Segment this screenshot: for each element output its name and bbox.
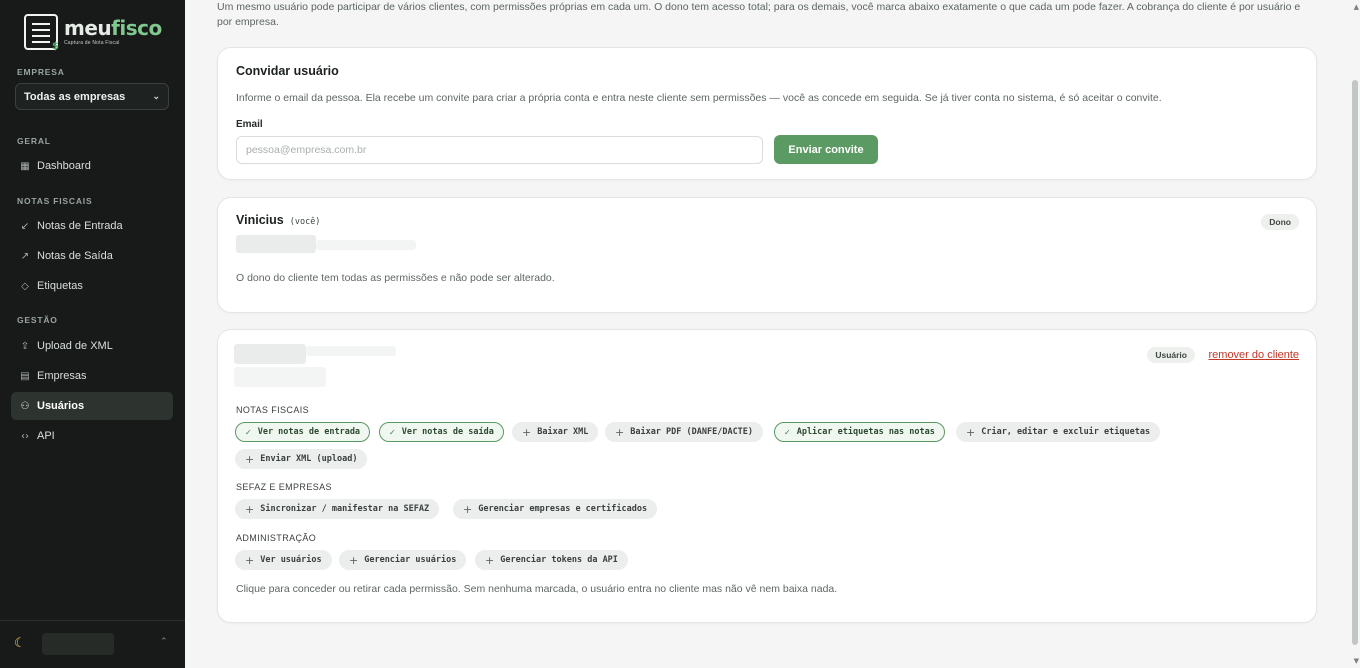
plus-icon: + (349, 553, 359, 567)
user-name-redacted (234, 344, 306, 364)
sidebar-item-etiquetas[interactable]: ◇ Etiquetas (11, 272, 173, 300)
invite-description: Informe o email da pessoa. Ela recebe um… (236, 92, 1162, 104)
owner-card: Vinicius (você) Dono O dono do cliente t… (217, 197, 1317, 313)
company-select[interactable]: Todas as empresas ⌄ (15, 83, 169, 110)
sidebar-item-dashboard[interactable]: ▦ Dashboard (11, 152, 173, 180)
sidebar-item-api[interactable]: ‹› API (11, 422, 173, 450)
upload-icon: ⇪ (20, 340, 30, 352)
arrow-up-right-icon: ↗ (20, 250, 30, 262)
plus-icon: + (463, 502, 473, 516)
sidebar-item-label: Etiquetas (37, 280, 83, 292)
user-card: Usuário remover do cliente NOTAS FISCAIS… (217, 329, 1317, 623)
plus-icon: + (245, 452, 255, 466)
owner-email-redacted (236, 235, 316, 253)
perm-baixar-pdf[interactable]: + Baixar PDF (DANFE/DACTE) (605, 422, 764, 442)
perm-gerenciar-etiquetas[interactable]: + Criar, editar e excluir etiquetas (956, 422, 1161, 442)
code-icon: ‹› (21, 430, 29, 442)
sidebar-item-label: Notas de Saída (37, 250, 113, 262)
brand-name: meufisco (64, 16, 162, 40)
invite-card: Convidar usuário Informe o email da pess… (217, 47, 1317, 180)
perm-baixar-xml[interactable]: + Baixar XML (512, 422, 599, 442)
main-content: Um mesmo usuário pode participar de vári… (185, 0, 1360, 668)
perm-group-sefaz-empresas: SEFAZ E EMPRESAS (236, 482, 332, 492)
users-icon: ⚇ (20, 400, 30, 412)
moon-icon[interactable]: ☾ (14, 636, 26, 651)
perm-gerenciar-empresas[interactable]: + Gerenciar empresas e certificados (453, 499, 658, 519)
user-email-redacted (234, 367, 326, 387)
plus-icon: + (522, 425, 532, 439)
page-intro: Um mesmo usuário pode participar de vári… (217, 1, 1301, 28)
account-menu-redacted[interactable] (42, 633, 114, 655)
sidebar-footer: ☾ ⌃ (0, 620, 185, 668)
nav-section-geral: GERAL (17, 136, 51, 146)
user-name-redacted-tail (306, 346, 396, 356)
sidebar-item-label: API (37, 430, 55, 442)
chevron-down-icon: ⌄ (152, 91, 160, 101)
sidebar-item-label: Notas de Entrada (37, 220, 123, 232)
vertical-scrollbar[interactable] (1352, 80, 1358, 645)
sidebar-item-label: Usuários (37, 400, 85, 412)
company-select-value: Todas as empresas (24, 90, 126, 103)
owner-name: Vinicius (236, 213, 284, 227)
nav-section-notas-fiscais: NOTAS FISCAIS (17, 196, 93, 206)
remove-user-link[interactable]: remover do cliente (1209, 349, 1300, 361)
perm-gerenciar-tokens-api[interactable]: + Gerenciar tokens da API (475, 550, 628, 570)
permissions-footer-note: Clique para conceder ou retirar cada per… (236, 583, 838, 595)
check-icon: ✓ (389, 427, 396, 437)
brand-tagline: Captura de Nota Fiscal (64, 40, 120, 46)
perm-ver-usuarios[interactable]: + Ver usuários (235, 550, 332, 570)
you-tag: (você) (289, 217, 321, 227)
company-label: EMPRESA (17, 67, 65, 77)
scroll-down-arrow-icon[interactable]: ▼ (1354, 657, 1359, 665)
perm-group-notas-fiscais: NOTAS FISCAIS (236, 405, 310, 415)
sidebar-item-upload-xml[interactable]: ⇪ Upload de XML (11, 332, 173, 360)
perm-ver-notas-entrada[interactable]: ✓ Ver notas de entrada (235, 422, 371, 442)
user-role-badge: Usuário (1147, 347, 1195, 363)
perm-aplicar-etiquetas[interactable]: ✓ Aplicar etiquetas nas notas (774, 422, 945, 442)
sidebar-item-notas-saida[interactable]: ↗ Notas de Saída (11, 242, 173, 270)
perm-group-administracao: ADMINISTRAÇÃO (236, 533, 317, 543)
nav-section-gestao: GESTÃO (17, 315, 58, 325)
plus-icon: + (245, 553, 255, 567)
tag-icon: ◇ (21, 280, 29, 292)
arrow-down-left-icon: ↙ (20, 220, 30, 232)
plus-icon: + (966, 425, 976, 439)
chevron-up-icon[interactable]: ⌃ (160, 636, 168, 647)
plus-icon: + (615, 425, 625, 439)
perm-enviar-xml[interactable]: + Enviar XML (upload) (235, 449, 368, 469)
sidebar-item-empresas[interactable]: ▤ Empresas (11, 362, 173, 390)
check-icon: ✓ (784, 427, 791, 437)
sidebar: meufisco Captura de Nota Fiscal EMPRESA … (0, 0, 185, 668)
plus-icon: + (485, 553, 495, 567)
email-label: Email (236, 119, 263, 130)
owner-name-row: Vinicius (você) (236, 213, 320, 227)
sidebar-item-label: Upload de XML (37, 340, 113, 352)
building-icon: ▤ (20, 370, 30, 382)
logo[interactable]: meufisco Captura de Nota Fiscal (24, 14, 162, 52)
sidebar-item-notas-entrada[interactable]: ↙ Notas de Entrada (11, 212, 173, 240)
owner-email-redacted-tail (316, 240, 416, 250)
invite-title: Convidar usuário (236, 64, 339, 78)
perm-gerenciar-usuarios[interactable]: + Gerenciar usuários (339, 550, 467, 570)
sidebar-item-label: Empresas (37, 370, 87, 382)
scroll-up-arrow-icon[interactable]: ▲ (1354, 3, 1359, 11)
send-invite-button[interactable]: Enviar convite (774, 135, 878, 164)
logo-document-icon (24, 14, 59, 52)
sidebar-item-label: Dashboard (37, 160, 91, 172)
perm-sincronizar-sefaz[interactable]: + Sincronizar / manifestar na SEFAZ (235, 499, 440, 519)
check-icon: ✓ (245, 427, 252, 437)
owner-note: O dono do cliente tem todas as permissõe… (236, 272, 555, 284)
email-field[interactable] (236, 136, 763, 164)
owner-role-badge: Dono (1261, 214, 1299, 230)
perm-ver-notas-saida[interactable]: ✓ Ver notas de saída (379, 422, 504, 442)
plus-icon: + (245, 502, 255, 516)
sidebar-item-usuarios[interactable]: ⚇ Usuários (11, 392, 173, 420)
grid-icon: ▦ (20, 160, 30, 172)
